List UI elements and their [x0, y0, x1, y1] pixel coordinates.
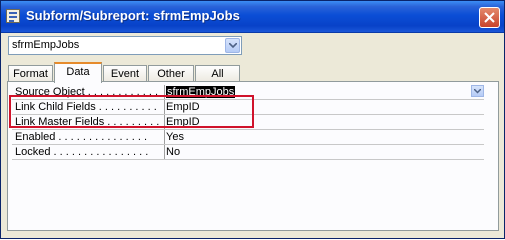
object-selector-value: sfrmEmpJobs	[12, 39, 80, 51]
close-button[interactable]	[479, 7, 500, 28]
close-icon	[484, 12, 495, 23]
tab-other[interactable]: Other	[148, 65, 194, 82]
source-object-dropdown-button[interactable]	[471, 85, 484, 97]
tab-data[interactable]: Data	[54, 62, 102, 83]
property-sheet-icon	[6, 9, 20, 23]
title-bar[interactable]: Subform/Subreport: sfrmEmpJobs	[1, 1, 504, 33]
property-value[interactable]: No	[164, 145, 485, 159]
object-selector-dropdown-button[interactable]	[225, 38, 240, 53]
property-value[interactable]: Yes	[164, 130, 485, 144]
property-row-enabled[interactable]: Enabled . . . . . . . . . . . . . . . Ye…	[12, 130, 484, 145]
tab-all[interactable]: All	[195, 65, 240, 82]
tab-event[interactable]: Event	[103, 65, 147, 82]
property-row-locked[interactable]: Locked . . . . . . . . . . . . . . . . N…	[12, 145, 484, 160]
property-sheet-window: Subform/Subreport: sfrmEmpJobs sfrmEmpJo…	[0, 0, 505, 239]
window-title: Subform/Subreport: sfrmEmpJobs	[26, 8, 240, 23]
tab-format[interactable]: Format	[8, 65, 53, 82]
property-label: Enabled . . . . . . . . . . . . . . .	[15, 131, 148, 143]
annotation-highlight-box	[9, 95, 254, 128]
chevron-down-icon	[229, 43, 237, 49]
object-selector-combo[interactable]: sfrmEmpJobs	[8, 36, 242, 55]
property-label: Locked . . . . . . . . . . . . . . . .	[15, 146, 149, 158]
chevron-down-icon	[474, 89, 481, 94]
